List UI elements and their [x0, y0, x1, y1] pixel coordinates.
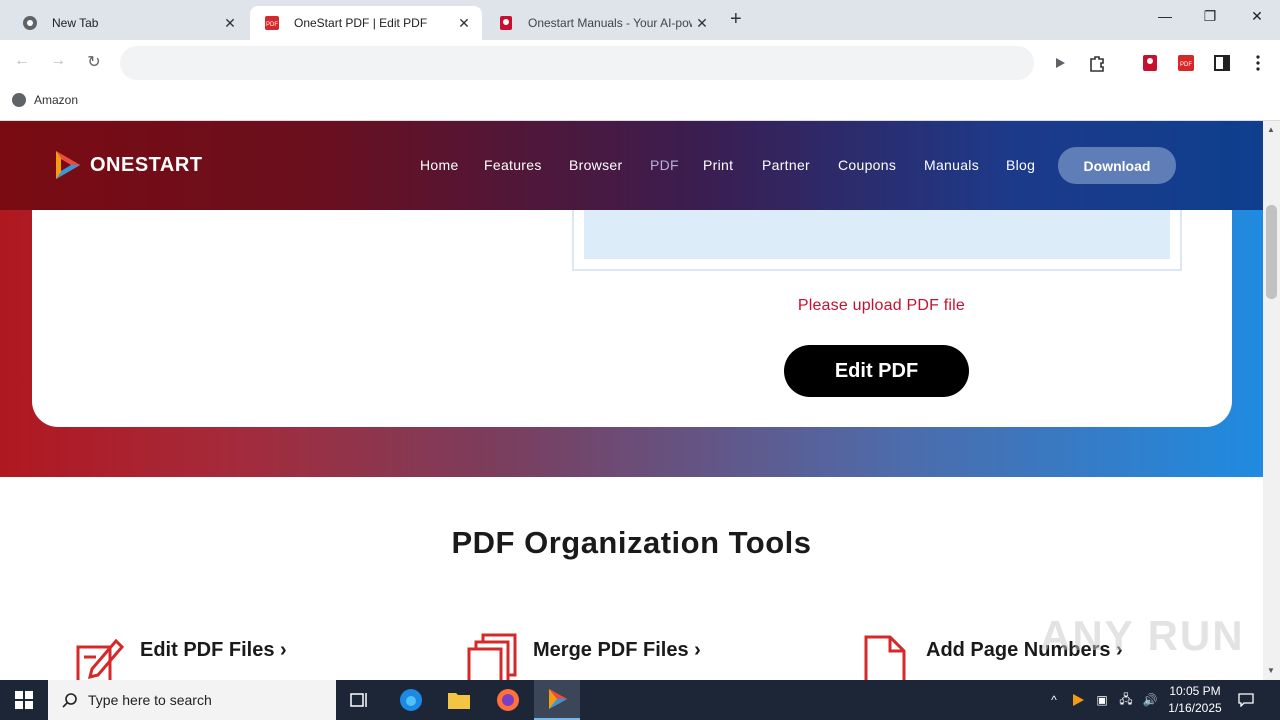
search-placeholder: Type here to search [88, 692, 212, 708]
tab-onestart-pdf[interactable]: PDF OneStart PDF | Edit PDF ✕ [250, 6, 482, 40]
upload-card: Please upload PDF file Edit PDF [32, 181, 1232, 427]
section-title: PDF Organization Tools [451, 525, 812, 560]
network-icon[interactable]: 🖧 [1118, 692, 1134, 708]
tool-name: Edit PDF Files › [140, 639, 287, 661]
close-tab-icon[interactable]: ✕ [692, 15, 712, 32]
nav-blog[interactable]: Blog [1006, 157, 1035, 173]
tool-edit-pdf[interactable]: Edit PDF Files › [74, 633, 287, 680]
nav-manuals[interactable]: Manuals [924, 157, 979, 173]
browser-toolbar: ← → ↻ PDF [0, 40, 1280, 86]
globe-icon [12, 93, 26, 107]
file-explorer-icon[interactable] [436, 680, 482, 720]
menu-kebab-icon[interactable] [1247, 52, 1269, 74]
new-tab-icon[interactable]: + [730, 8, 742, 31]
nav-pdf[interactable]: PDF [650, 157, 679, 173]
scroll-down-icon[interactable]: ▼ [1267, 666, 1275, 675]
notifications-icon[interactable] [1238, 692, 1254, 708]
logo-text: ONESTART [90, 153, 203, 176]
close-tab-icon[interactable]: ✕ [454, 15, 474, 32]
restore-icon[interactable]: ❐ [1200, 8, 1220, 25]
extensions-icon[interactable] [1086, 52, 1108, 74]
clock-time: 10:05 PM [1169, 684, 1221, 698]
firefox-icon[interactable] [485, 680, 531, 720]
manuals-extension-icon[interactable] [1139, 52, 1161, 74]
windows-start-icon[interactable] [0, 680, 48, 720]
page-viewport: Please upload PDF file Edit PDF ONESTART… [0, 121, 1263, 680]
reload-icon[interactable]: ↻ [83, 52, 105, 72]
onestart-logo[interactable]: ONESTART [52, 148, 203, 182]
download-button[interactable]: Download [1058, 147, 1176, 184]
close-tab-icon[interactable]: ✕ [220, 15, 240, 32]
system-clock[interactable]: 10:05 PM 1/16/2025 [1160, 683, 1230, 717]
svg-text:PDF: PDF [266, 22, 278, 28]
site-header: ONESTART Home Features Browser PDF Print… [0, 121, 1263, 210]
tab-new-tab[interactable]: New Tab ✕ [8, 6, 248, 40]
edit-pdf-button[interactable]: Edit PDF [784, 345, 969, 397]
tab-title: New Tab [52, 16, 99, 30]
edit-pdf-icon [76, 638, 125, 680]
bookmark-amazon[interactable]: Amazon [12, 93, 78, 107]
manuals-icon [498, 15, 514, 31]
forward-icon[interactable]: → [47, 52, 69, 70]
edge-icon[interactable] [388, 680, 434, 720]
cast-icon[interactable] [1049, 52, 1071, 74]
scroll-up-icon[interactable]: ▲ [1267, 125, 1275, 134]
tool-merge-pdf[interactable]: Merge PDF Files › [467, 633, 701, 680]
taskbar: Type here to search ^ ▣ 🖧 🔊 10:05 PM 1/1… [0, 680, 1280, 720]
nav-features[interactable]: Features [484, 157, 542, 173]
close-window-icon[interactable]: ✕ [1247, 8, 1267, 25]
taskbar-search[interactable]: Type here to search [48, 680, 336, 720]
clock-date: 1/16/2025 [1168, 701, 1222, 715]
scrollbar-thumb[interactable] [1266, 205, 1277, 299]
nav-partner[interactable]: Partner [762, 157, 810, 173]
nav-coupons[interactable]: Coupons [838, 157, 896, 173]
onestart-logo-icon [56, 151, 80, 179]
side-panel-icon[interactable] [1211, 52, 1233, 74]
tab-title: Onestart Manuals - Your AI-pow [528, 16, 692, 30]
nav-print[interactable]: Print [703, 157, 733, 173]
pdf-extension-icon[interactable]: PDF [1175, 52, 1197, 74]
tray-device-icon[interactable]: ▣ [1094, 692, 1110, 708]
onestart-tray-icon[interactable] [1070, 692, 1086, 708]
onestart-taskbar-icon[interactable] [534, 680, 580, 720]
nav-browser[interactable]: Browser [569, 157, 622, 173]
bookmarks-bar: Amazon [0, 86, 1280, 121]
tab-onestart-manuals[interactable]: Onestart Manuals - Your AI-pow ✕ [484, 6, 720, 40]
upload-error-message: Please upload PDF file [797, 297, 965, 314]
page-scrollbar[interactable]: ▲ ▼ [1263, 121, 1280, 680]
bookmark-label: Amazon [34, 93, 79, 107]
volume-icon[interactable]: 🔊 [1142, 692, 1158, 708]
browser-tab-bar: New Tab ✕ PDF OneStart PDF | Edit PDF ✕ … [0, 0, 1280, 40]
svg-text:PDF: PDF [1180, 62, 1192, 68]
pdf-icon: PDF [264, 15, 280, 31]
watermark: ANY RUN [1040, 612, 1245, 659]
back-icon[interactable]: ← [11, 52, 33, 70]
address-bar[interactable] [120, 46, 1034, 80]
merge-pdf-icon [467, 633, 517, 680]
task-view-icon[interactable] [337, 680, 383, 720]
tool-name: Merge PDF Files › [533, 639, 701, 661]
minimize-icon[interactable]: — [1155, 8, 1175, 24]
search-icon [62, 693, 77, 708]
chrome-icon [22, 15, 38, 31]
tab-title: OneStart PDF | Edit PDF [294, 16, 428, 30]
page-numbers-icon [864, 635, 906, 680]
show-hidden-icons-icon[interactable]: ^ [1046, 692, 1062, 708]
nav-home[interactable]: Home [420, 157, 459, 173]
